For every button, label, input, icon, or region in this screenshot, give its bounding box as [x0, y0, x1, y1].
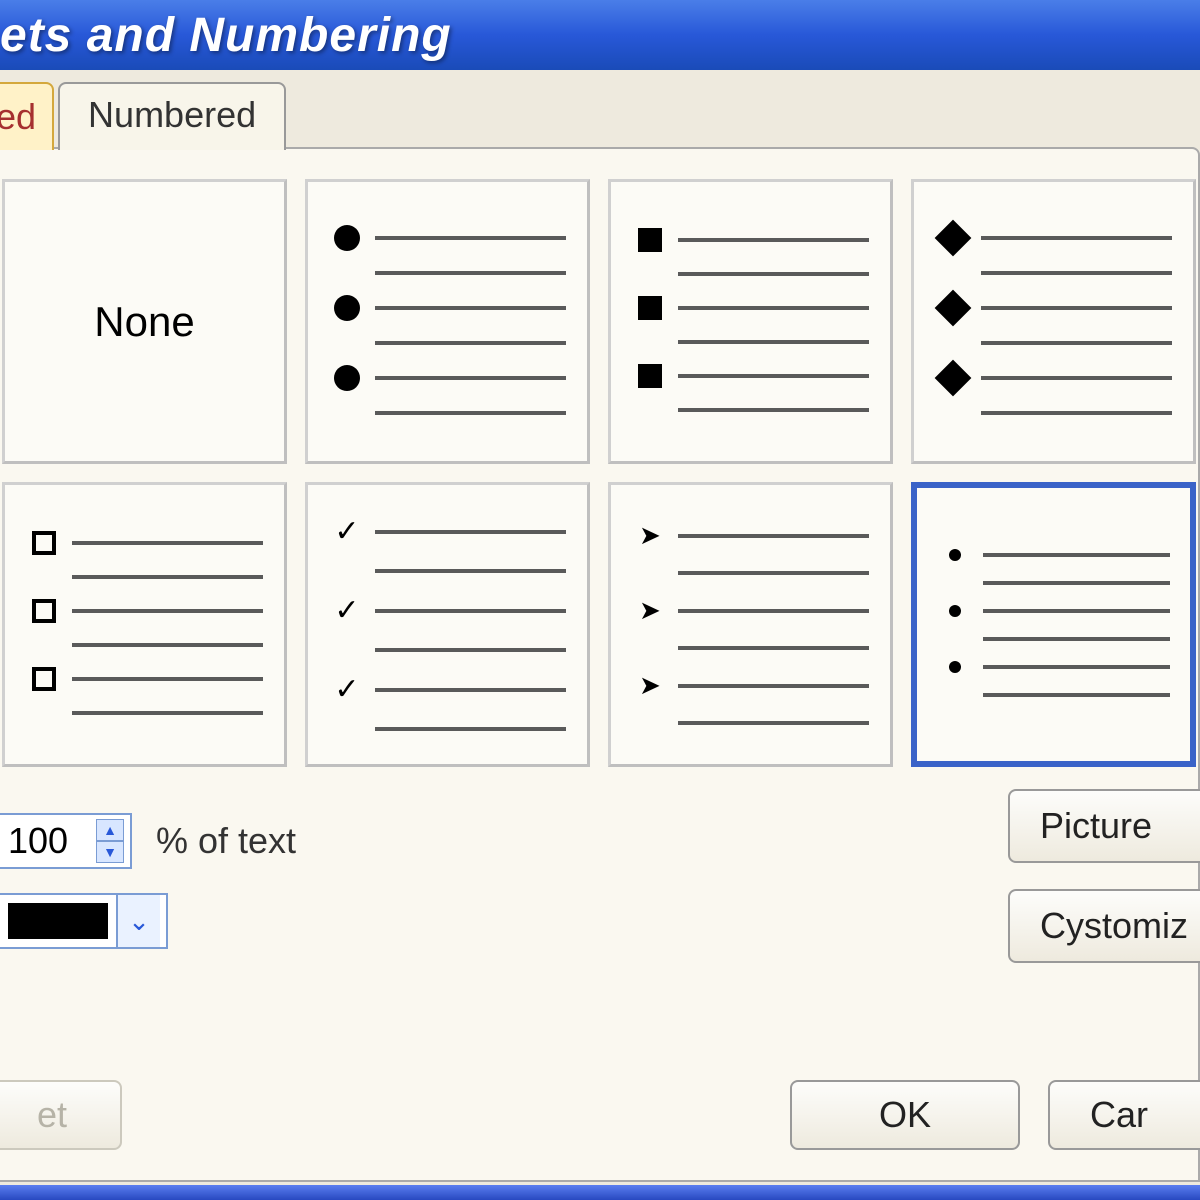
chevron-down-icon: ▼: [103, 844, 117, 860]
window-title: ets and Numbering: [0, 8, 452, 63]
tab-bulleted-label: ed: [0, 96, 36, 137]
bullet-option-arrow[interactable]: [608, 482, 893, 767]
titlebar: ets and Numbering: [0, 0, 1200, 70]
color-dropdown[interactable]: ⌄: [0, 893, 168, 949]
checkmark-icon: [329, 514, 365, 549]
diamond-icon: [935, 359, 972, 396]
bullet-option-circle[interactable]: [305, 179, 590, 464]
bullet-option-diamond[interactable]: [911, 179, 1196, 464]
bullet-option-hollow-square[interactable]: [2, 482, 287, 767]
size-spinner[interactable]: 100 ▲ ▼: [0, 813, 132, 869]
tab-bulleted[interactable]: ed: [0, 82, 54, 150]
small-dot-icon: [949, 605, 961, 617]
bullet-option-small-dot[interactable]: [911, 482, 1196, 767]
filled-square-icon: [638, 296, 662, 320]
bullet-option-square[interactable]: [608, 179, 893, 464]
tab-numbered-label: Numbered: [88, 94, 256, 135]
none-label: None: [94, 298, 194, 346]
dialog-body: ed Numbered None: [0, 70, 1200, 1185]
dialog-footer: et OK Car: [0, 1080, 1198, 1150]
bullet-option-checkmark[interactable]: [305, 482, 590, 767]
cancel-button[interactable]: Car: [1048, 1080, 1200, 1150]
diamond-icon: [935, 289, 972, 326]
tab-numbered[interactable]: Numbered: [58, 82, 286, 150]
tab-panel: None: [0, 147, 1200, 1182]
diamond-icon: [935, 219, 972, 256]
side-buttons: Picture Cystomiz: [1008, 789, 1200, 963]
current-color-swatch: [8, 903, 108, 939]
bullet-option-none[interactable]: None: [2, 179, 287, 464]
customize-label: Cystomiz: [1040, 905, 1188, 946]
ok-button[interactable]: OK: [790, 1080, 1020, 1150]
picture-label: Picture: [1040, 805, 1152, 846]
arrow-icon: [632, 595, 668, 626]
filled-square-icon: [638, 364, 662, 388]
size-suffix-label: % of text: [156, 820, 296, 862]
arrow-icon: [632, 670, 668, 701]
dropdown-arrow-icon: ⌄: [116, 895, 160, 947]
spinner-down-button[interactable]: ▼: [96, 841, 124, 863]
bullet-style-grid: None: [0, 179, 1198, 767]
filled-square-icon: [638, 228, 662, 252]
checkmark-icon: [329, 672, 365, 707]
arrow-icon: [632, 520, 668, 551]
small-dot-icon: [949, 661, 961, 673]
hollow-square-icon: [32, 599, 56, 623]
reset-button: et: [0, 1080, 122, 1150]
filled-circle-icon: [334, 295, 360, 321]
customize-button[interactable]: Cystomiz: [1008, 889, 1200, 963]
filled-circle-icon: [334, 225, 360, 251]
reset-label: et: [37, 1094, 67, 1135]
taskbar-strip: [0, 1185, 1200, 1200]
hollow-square-icon: [32, 667, 56, 691]
small-dot-icon: [949, 549, 961, 561]
tab-strip: ed Numbered: [0, 82, 1200, 150]
size-value: 100: [8, 820, 68, 862]
hollow-square-icon: [32, 531, 56, 555]
picture-button[interactable]: Picture: [1008, 789, 1200, 863]
chevron-up-icon: ▲: [103, 822, 117, 838]
checkmark-icon: [329, 593, 365, 628]
filled-circle-icon: [334, 365, 360, 391]
ok-label: OK: [879, 1094, 931, 1135]
spinner-up-button[interactable]: ▲: [96, 819, 124, 841]
cancel-label: Car: [1090, 1094, 1148, 1135]
